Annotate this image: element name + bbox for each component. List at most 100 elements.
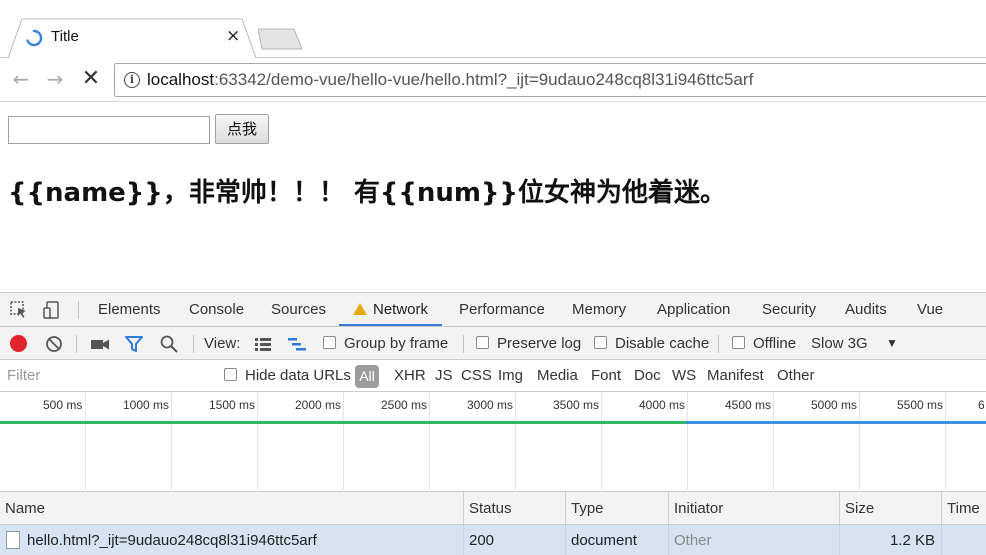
view-label: View: (204, 335, 241, 352)
tab-vue[interactable]: Vue (917, 293, 943, 326)
request-table-header: Name Status Type Initiator Size Time (0, 492, 986, 525)
page-heading: {{name}}，非常帅！！！ 有{{num}}位女神为他着迷。 (8, 178, 727, 208)
chevron-down-icon[interactable]: ▼ (886, 327, 898, 360)
url-text: localhost:63342/demo-vue/hello-vue/hello… (147, 70, 753, 90)
offline-checkbox[interactable] (732, 336, 745, 349)
timeline-tick: 6 (978, 398, 985, 412)
timeline-tick: 5500 ms (897, 398, 944, 412)
column-size[interactable]: Size (840, 492, 942, 525)
preserve-log-checkbox[interactable] (476, 336, 489, 349)
disable-cache-checkbox[interactable] (594, 336, 607, 349)
load-event-line (0, 421, 686, 424)
timeline-gridline (171, 392, 172, 492)
loading-spinner-icon (26, 29, 43, 47)
browser-tab[interactable]: Title × (8, 18, 256, 58)
offline-option[interactable]: Offline (732, 327, 796, 360)
hide-data-urls-label: Hide data URLs (245, 367, 351, 384)
network-toolbar: View: Group by frame Preserve log Disabl… (0, 327, 986, 360)
table-row[interactable]: hello.html?_ijt=9udauo248cq8l31i946ttc5a… (0, 525, 986, 555)
timeline-gridline (945, 392, 946, 492)
site-info-icon[interactable]: i (124, 72, 140, 88)
tab-console[interactable]: Console (189, 293, 244, 326)
filter-type-img[interactable]: Img (498, 360, 523, 392)
timeline-gridline (515, 392, 516, 492)
filter-type-other[interactable]: Other (777, 360, 815, 392)
group-by-frame-checkbox[interactable] (323, 336, 336, 349)
toolbar-separator (463, 335, 464, 353)
timeline-tick: 1000 ms (123, 398, 170, 412)
back-icon[interactable]: ← (9, 67, 33, 91)
tab-audits[interactable]: Audits (845, 293, 887, 326)
tab-elements[interactable]: Elements (98, 293, 161, 326)
timeline-gridline (429, 392, 430, 492)
device-toolbar-icon[interactable] (42, 300, 62, 320)
tab-sources[interactable]: Sources (271, 293, 326, 326)
forward-icon[interactable]: → (43, 67, 67, 91)
tab-performance[interactable]: Performance (459, 293, 545, 326)
devtools-tab-bar: Elements Console Sources Network Perform… (0, 293, 986, 327)
filter-type-all[interactable]: All (355, 365, 379, 388)
disable-cache-label: Disable cache (615, 335, 710, 352)
click-me-button[interactable]: 点我 (215, 114, 269, 144)
filter-icon[interactable] (124, 334, 144, 354)
warning-icon (353, 303, 367, 315)
timeline-gridline (85, 392, 86, 492)
tab-memory[interactable]: Memory (572, 293, 626, 326)
preserve-log-option[interactable]: Preserve log (476, 327, 581, 360)
tab-network[interactable]: Network (339, 293, 443, 326)
request-name-cell: hello.html?_ijt=9udauo248cq8l31i946ttc5a… (0, 525, 464, 555)
filter-type-ws[interactable]: WS (672, 360, 696, 392)
name-input[interactable] (8, 116, 210, 144)
timeline-gridline (601, 392, 602, 492)
timeline-tick: 4000 ms (639, 398, 686, 412)
filter-type-js[interactable]: JS (435, 360, 453, 392)
column-time[interactable]: Time (942, 492, 986, 525)
filter-type-css[interactable]: CSS (461, 360, 492, 392)
network-filter-bar: Filter Hide data URLs All XHR JS CSS Img… (0, 360, 986, 392)
column-status[interactable]: Status (464, 492, 566, 525)
tab-application[interactable]: Application (657, 293, 730, 326)
group-by-frame-label: Group by frame (344, 335, 449, 352)
large-request-rows-icon[interactable] (253, 334, 273, 354)
url-path: :63342/demo-vue/hello-vue/hello.html?_ij… (214, 70, 754, 89)
tab-security[interactable]: Security (762, 293, 816, 326)
throttling-select[interactable]: Slow 3G (811, 327, 868, 360)
column-type[interactable]: Type (566, 492, 669, 525)
filter-type-media[interactable]: Media (537, 360, 578, 392)
timeline-tick: 3500 ms (553, 398, 600, 412)
disable-cache-option[interactable]: Disable cache (594, 327, 709, 360)
clear-icon[interactable] (44, 334, 64, 354)
preserve-log-label: Preserve log (497, 335, 582, 352)
timeline-gridline (343, 392, 344, 492)
network-overview-timeline[interactable]: 500 ms 1000 ms 1500 ms 2000 ms 2500 ms 3… (0, 392, 986, 492)
capture-screenshots-icon[interactable] (90, 334, 110, 354)
filter-type-doc[interactable]: Doc (634, 360, 661, 392)
tab-title: Title (51, 28, 79, 45)
devtools-panel: Elements Console Sources Network Perform… (0, 292, 986, 555)
search-icon[interactable] (159, 334, 179, 354)
request-status: 200 (464, 525, 566, 555)
filter-input[interactable]: Filter (7, 360, 40, 392)
column-name[interactable]: Name (0, 492, 464, 525)
group-by-frame-option[interactable]: Group by frame (323, 327, 448, 360)
hide-data-urls-option[interactable]: Hide data URLs (224, 360, 351, 392)
filter-type-xhr[interactable]: XHR (394, 360, 426, 392)
request-name: hello.html?_ijt=9udauo248cq8l31i946ttc5a… (27, 532, 317, 549)
new-tab-button[interactable] (258, 28, 304, 50)
filter-type-font[interactable]: Font (591, 360, 621, 392)
timeline-tick: 500 ms (43, 398, 83, 412)
record-icon[interactable] (10, 335, 27, 352)
overview-waterfall-icon[interactable] (287, 334, 307, 354)
column-initiator[interactable]: Initiator (669, 492, 840, 525)
request-type: document (566, 525, 669, 555)
timeline-tick: 2500 ms (381, 398, 428, 412)
request-time (942, 525, 986, 555)
address-bar[interactable]: i localhost:63342/demo-vue/hello-vue/hel… (114, 63, 986, 97)
hide-data-urls-checkbox[interactable] (224, 368, 237, 381)
request-initiator: Other (669, 525, 840, 555)
filter-type-manifest[interactable]: Manifest (707, 360, 764, 392)
tab-close-icon[interactable]: × (226, 26, 240, 46)
inspect-element-icon[interactable] (9, 300, 29, 320)
stop-loading-icon[interactable]: ✕ (79, 67, 103, 91)
tab-shape (8, 18, 256, 58)
